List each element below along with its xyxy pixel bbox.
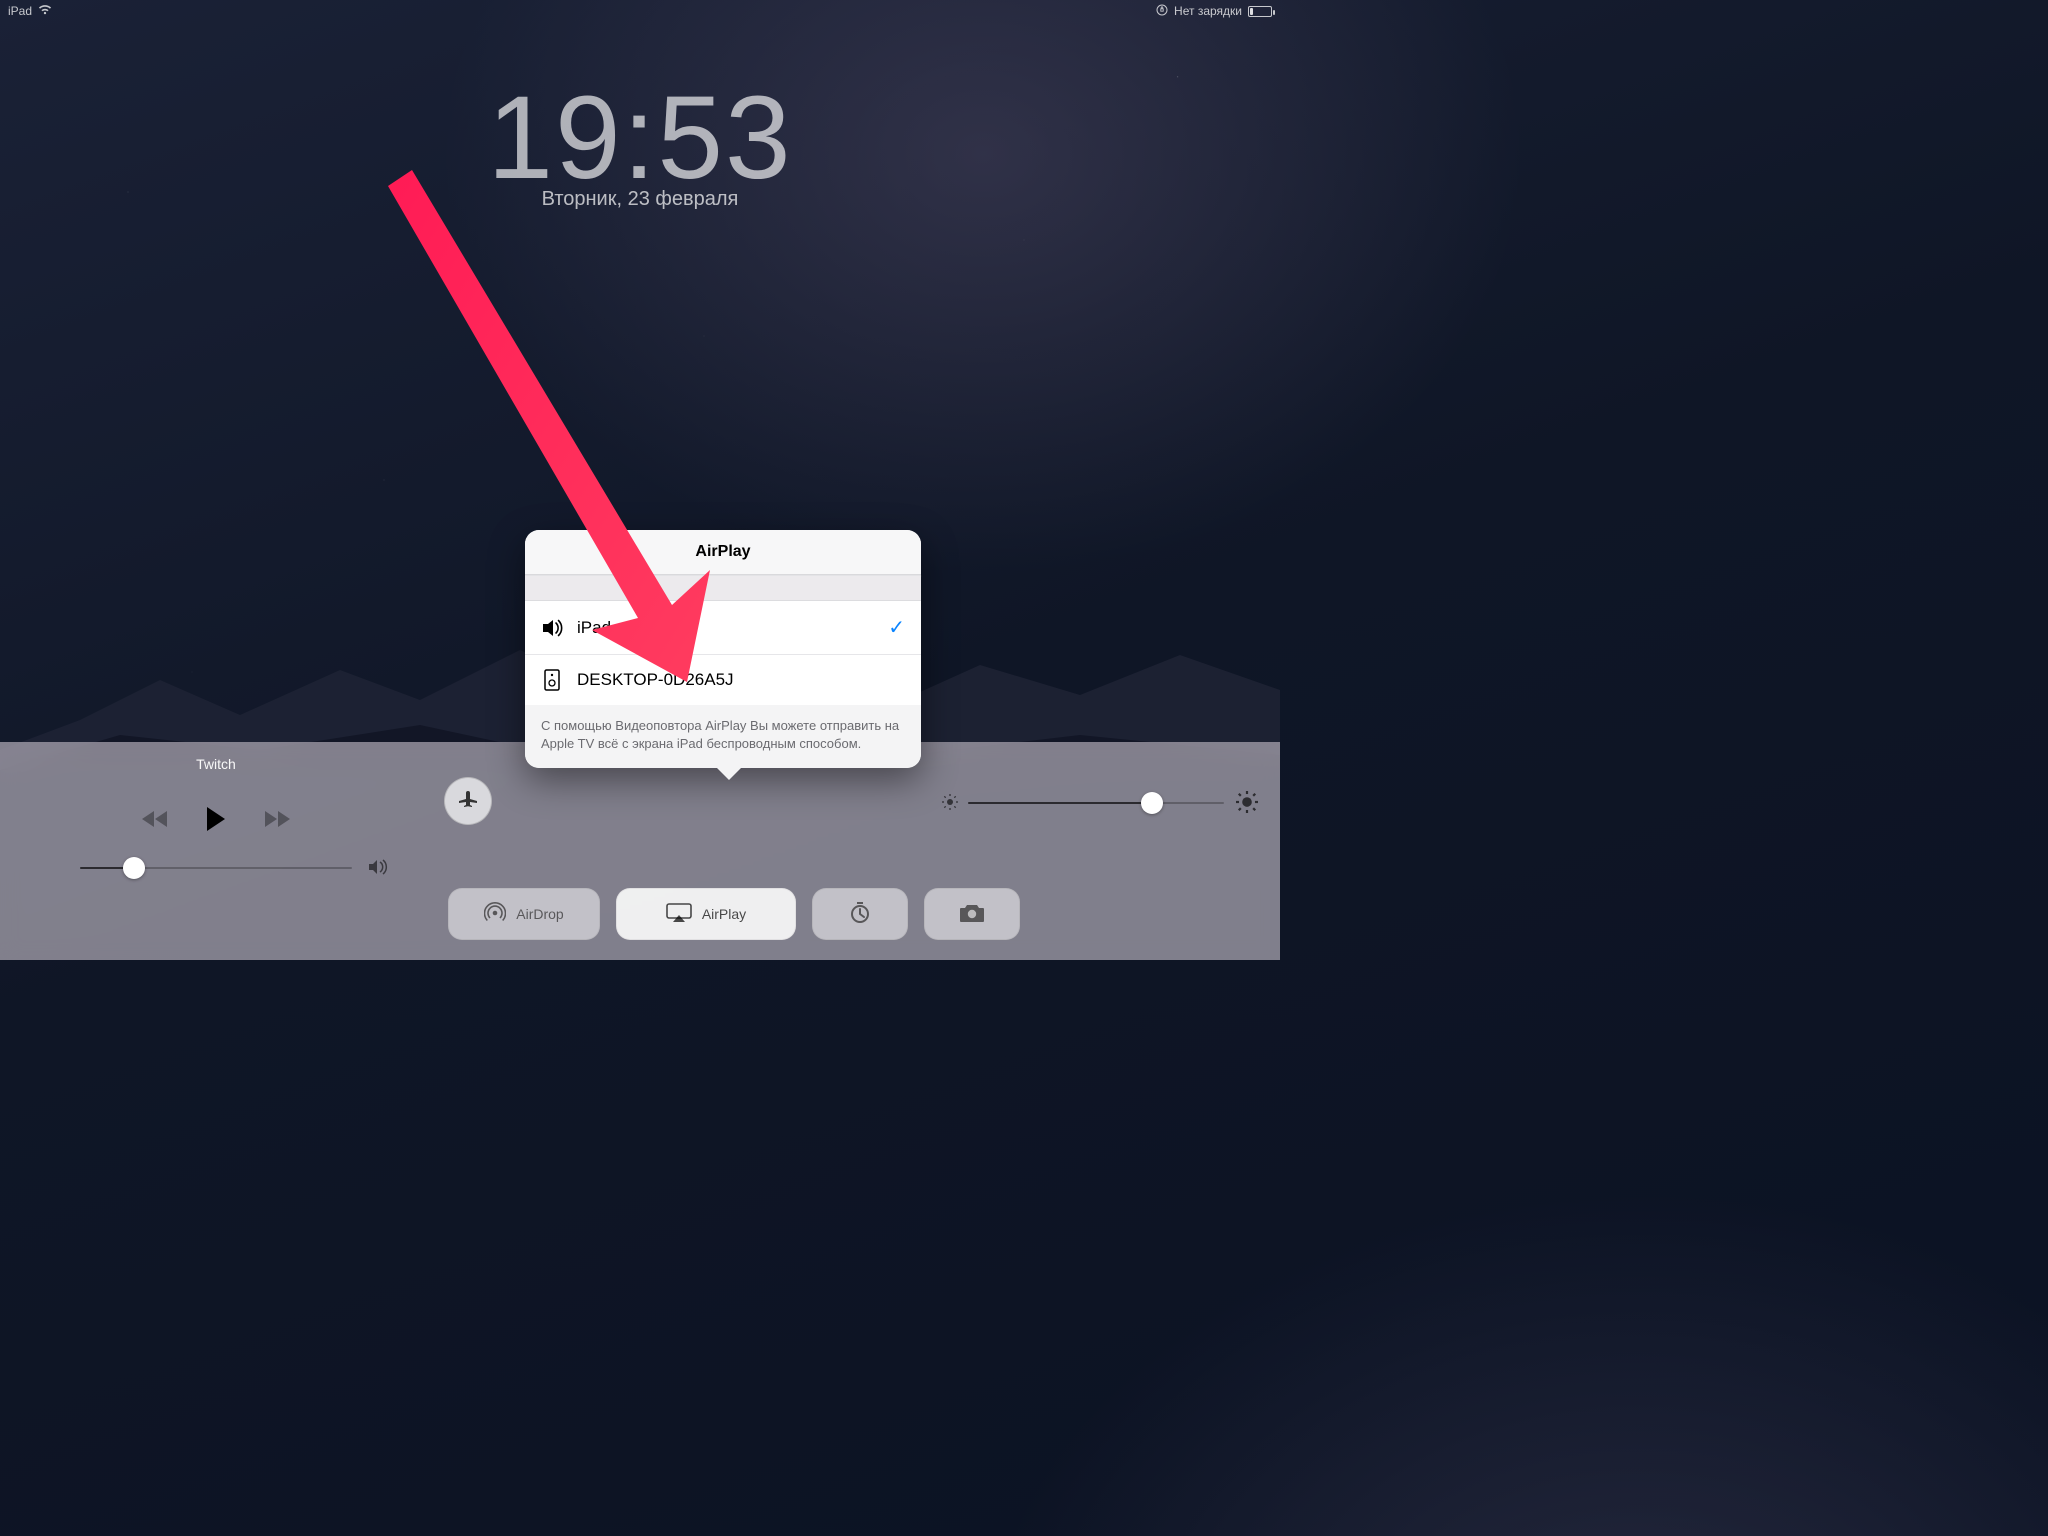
airplay-label: AirPlay	[702, 906, 746, 922]
speaker-icon	[541, 619, 563, 637]
brightness-slider[interactable]	[968, 802, 1224, 804]
clock-date: Вторник, 23 февраля	[0, 188, 1280, 211]
airplay-icon	[666, 903, 692, 926]
clock-time: 19:53	[0, 70, 1280, 206]
play-button[interactable]	[205, 806, 227, 837]
status-bar: iPad Нет зарядки	[0, 0, 1280, 22]
popover-footer: С помощью Видеоповтора AirPlay Вы можете…	[525, 705, 921, 768]
popover-gap	[525, 575, 921, 601]
device-icon	[541, 669, 563, 691]
forward-button[interactable]	[261, 808, 291, 835]
timer-icon	[848, 901, 872, 928]
now-playing: Twitch	[56, 756, 376, 869]
airplane-icon	[456, 787, 480, 816]
popover-title: AirPlay	[525, 530, 921, 575]
airplay-device-label: iPad	[577, 618, 611, 638]
airdrop-icon	[484, 902, 506, 927]
camera-button[interactable]	[924, 888, 1020, 940]
lock-clock: 19:53 Вторник, 23 февраля	[0, 70, 1280, 211]
airplay-button[interactable]: AirPlay	[616, 888, 796, 940]
airplane-mode-toggle[interactable]	[444, 777, 492, 825]
control-center: Twitch	[0, 742, 1280, 960]
volume-icon	[368, 859, 388, 880]
volume-slider[interactable]	[80, 867, 352, 869]
brightness-low-icon	[942, 794, 958, 815]
airplay-device-desktop[interactable]: DESKTOP-0D26A5J	[525, 655, 921, 705]
rewind-button[interactable]	[141, 808, 171, 835]
orientation-lock-icon	[1156, 4, 1168, 19]
now-playing-title: Twitch	[56, 756, 376, 772]
airplay-popover: AirPlay iPad ✓ DESKTOP-0D26A5J С помощью…	[525, 530, 921, 768]
slider-thumb[interactable]	[123, 857, 145, 879]
popover-device-list: iPad ✓ DESKTOP-0D26A5J	[525, 601, 921, 705]
wifi-icon	[38, 4, 52, 18]
airplay-device-label: DESKTOP-0D26A5J	[577, 670, 734, 690]
device-name: iPad	[8, 4, 32, 18]
check-icon: ✓	[888, 615, 905, 640]
brightness-high-icon	[1236, 791, 1258, 818]
battery-icon	[1248, 6, 1272, 17]
timer-button[interactable]	[812, 888, 908, 940]
battery-status-text: Нет зарядки	[1174, 4, 1242, 18]
airdrop-label: AirDrop	[516, 906, 563, 922]
slider-thumb[interactable]	[1141, 792, 1163, 814]
airdrop-button[interactable]: AirDrop	[448, 888, 600, 940]
camera-icon	[958, 903, 986, 926]
airplay-device-ipad[interactable]: iPad ✓	[525, 601, 921, 655]
